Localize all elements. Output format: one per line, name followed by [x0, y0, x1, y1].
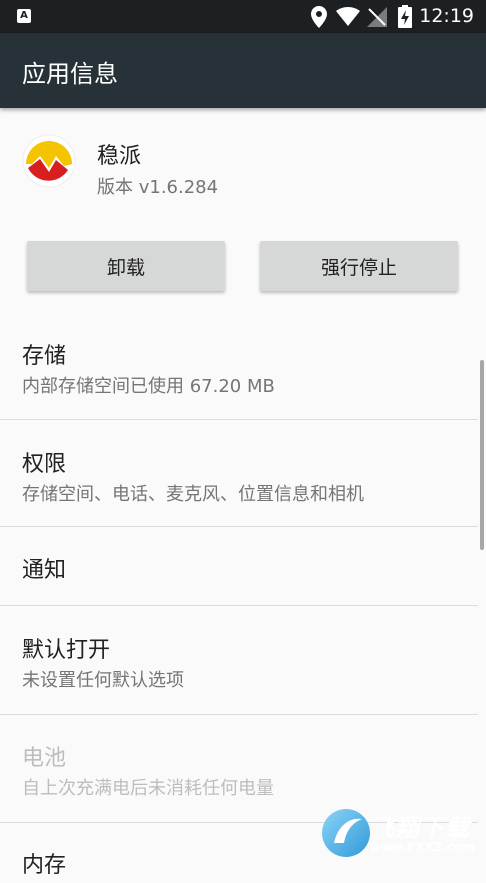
storage-item[interactable]: 存储 内部存储空间已使用 67.20 MB	[0, 320, 478, 420]
open-by-default-item[interactable]: 默认打开 未设置任何默认选项	[0, 606, 478, 715]
open-by-default-title: 默认打开	[22, 638, 111, 663]
battery-subtitle: 自上次充满电后未消耗任何电量	[22, 778, 274, 799]
page-title: 应用信息	[22, 60, 118, 88]
memory-title: 内存	[22, 853, 67, 878]
clock: 12:19	[419, 5, 474, 27]
wifi-icon	[336, 7, 360, 26]
watermark-url: www.FXXZ.com	[370, 840, 475, 854]
scrollbar[interactable]	[480, 360, 484, 550]
force-stop-button[interactable]: 强行停止	[260, 241, 458, 291]
app-version: 版本 v1.6.284	[97, 177, 219, 198]
notifications-item[interactable]: 通知	[0, 527, 478, 606]
battery-title: 电池	[22, 746, 67, 771]
no-signal-icon	[367, 7, 387, 27]
app-logo-icon	[22, 134, 76, 188]
location-icon	[311, 6, 327, 28]
permissions-item[interactable]: 权限 存储空间、电话、麦克风、位置信息和相机	[0, 420, 478, 527]
permissions-title: 权限	[22, 452, 67, 477]
app-name: 稳派	[97, 144, 142, 169]
uninstall-button[interactable]: 卸载	[27, 241, 225, 291]
permissions-subtitle: 存储空间、电话、麦克风、位置信息和相机	[22, 484, 364, 505]
notifications-title: 通知	[22, 558, 67, 583]
battery-charging-icon	[398, 5, 412, 28]
open-by-default-subtitle: 未设置任何默认选项	[22, 670, 184, 691]
storage-subtitle: 内部存储空间已使用 67.20 MB	[22, 376, 275, 397]
notification-icon: A	[17, 9, 31, 23]
app-bar: 应用信息	[0, 33, 486, 108]
watermark-text: 飞翔下载	[370, 814, 470, 842]
status-bar: A 12:19	[0, 0, 486, 33]
storage-title: 存储	[22, 344, 67, 369]
